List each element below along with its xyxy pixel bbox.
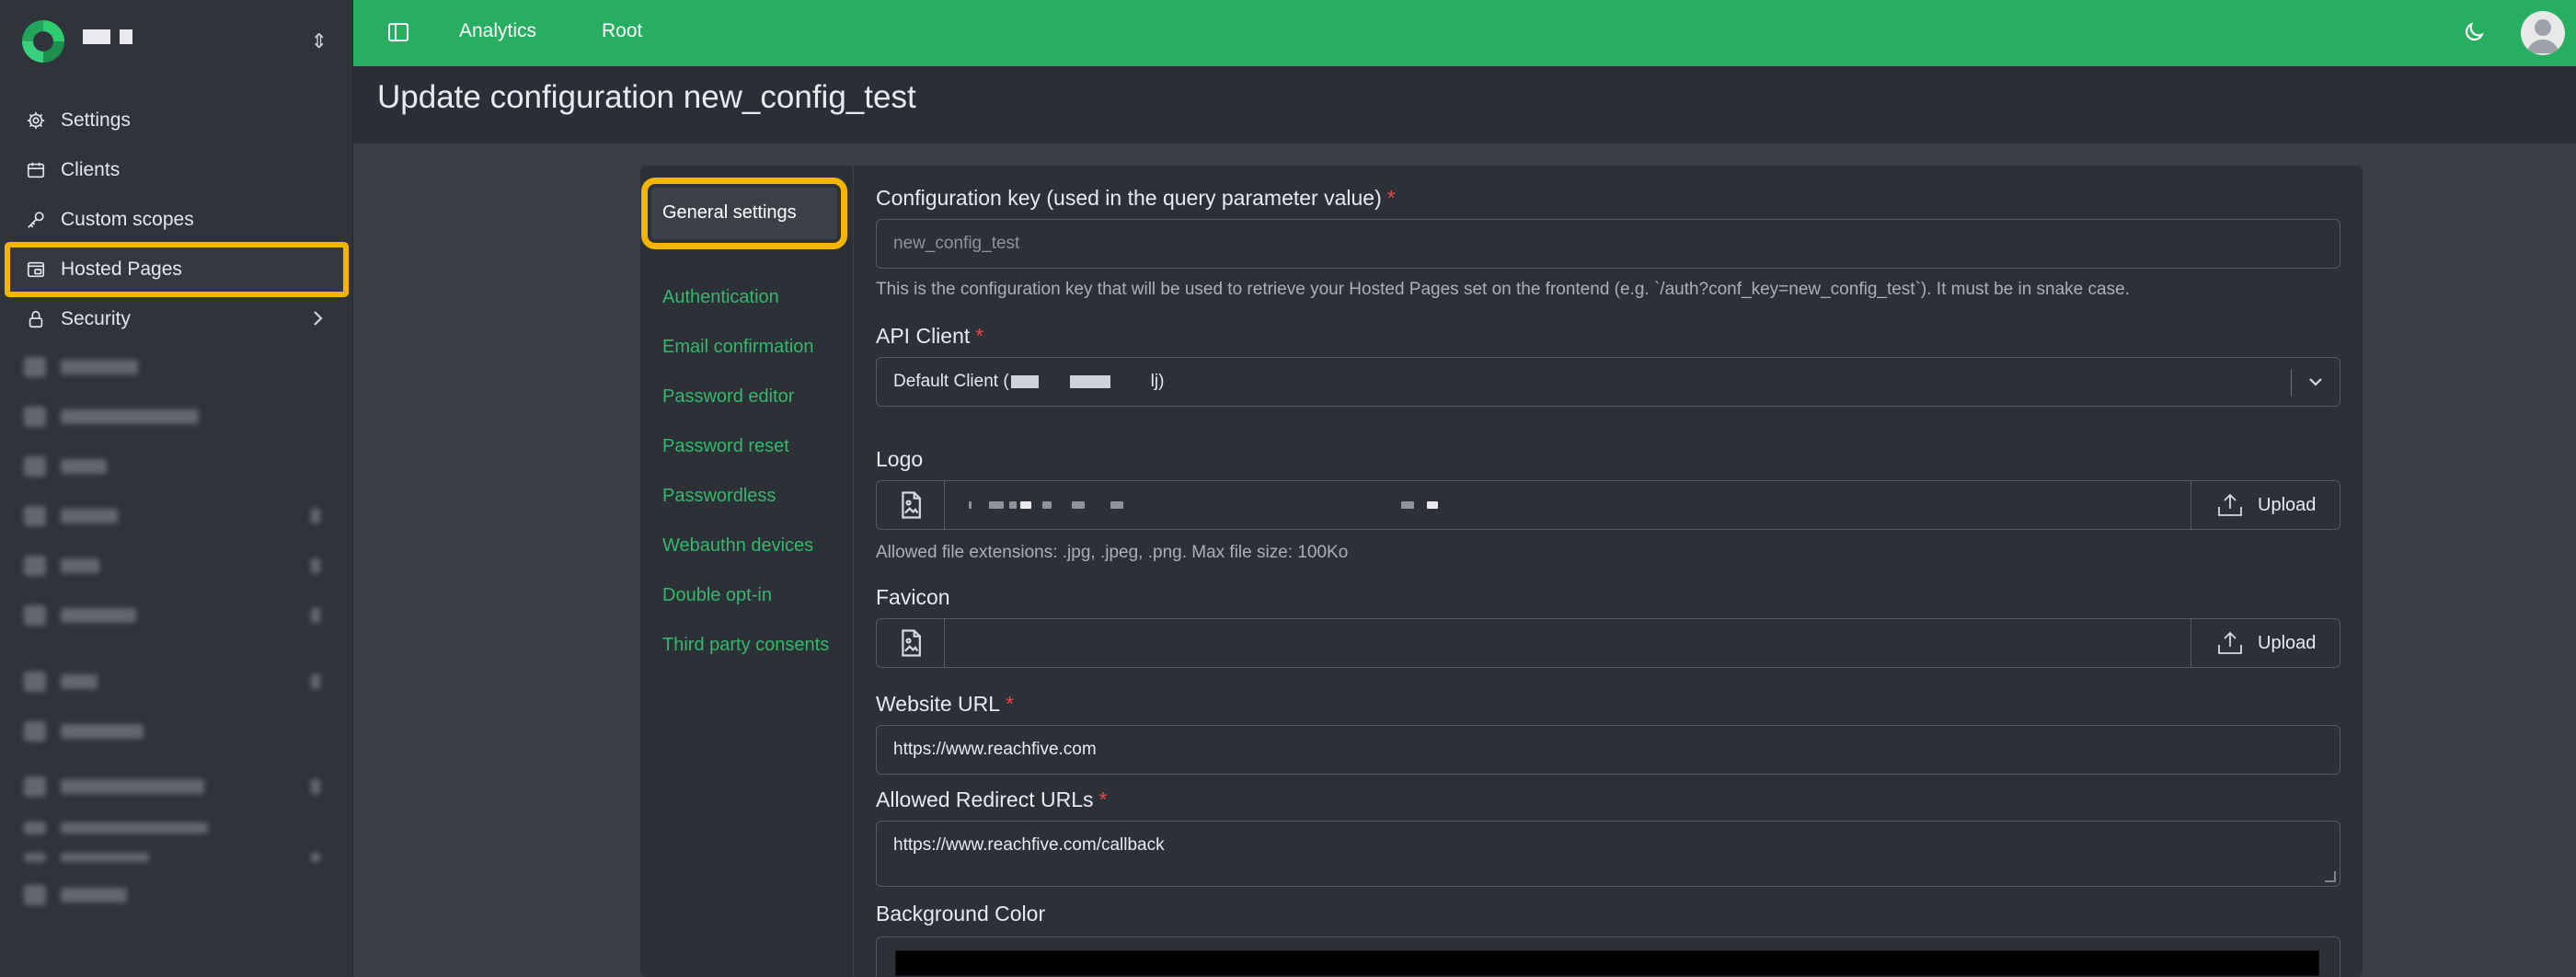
config-key-label: Configuration key (used in the query par…	[876, 186, 1396, 210]
redirect-urls-textarea[interactable]: https://www.reachfive.com/callback	[876, 821, 2340, 887]
moon-icon[interactable]	[2462, 20, 2486, 44]
tab-general-settings[interactable]: General settings	[641, 178, 847, 249]
config-key-input[interactable]: new_config_test	[876, 219, 2340, 269]
sidebar-item-label: Hosted Pages	[61, 259, 182, 280]
tab-email-confirmation[interactable]: Email confirmation	[662, 337, 814, 358]
api-client-label: API Client *	[876, 324, 984, 348]
chevron-right-icon	[309, 308, 326, 334]
sidebar-item-hosted-pages[interactable]: Hosted Pages	[5, 242, 349, 297]
required-marker: *	[1098, 787, 1108, 811]
sidebar-item-security[interactable]: Security	[7, 294, 346, 344]
tab-double-opt-in[interactable]: Double opt-in	[662, 585, 772, 606]
chevron-down-icon[interactable]	[2305, 371, 2327, 393]
redacted-nav-items	[7, 342, 346, 920]
select-separator	[2291, 369, 2292, 397]
main-content: General settings Authentication Email co…	[353, 144, 2576, 977]
key-icon	[24, 208, 48, 232]
api-client-value: Default Client (lj)	[893, 372, 1165, 391]
page-header: Update configuration new_config_test	[353, 66, 2576, 144]
tab-webauthn-devices[interactable]: Webauthn devices	[662, 535, 813, 557]
favicon-upload-button[interactable]: Upload	[2191, 619, 2340, 667]
tab-password-reset[interactable]: Password reset	[662, 436, 789, 457]
website-url-input[interactable]: https://www.reachfive.com	[876, 725, 2340, 775]
redacted-text	[1069, 374, 1110, 388]
color-swatch[interactable]	[895, 950, 2319, 976]
sidebar-toggle-icon[interactable]	[386, 20, 410, 44]
sidebar-item-label: Clients	[61, 159, 121, 180]
background-color-label: Background Color	[876, 902, 1046, 925]
org-name-redacted	[83, 29, 132, 44]
tab-passwordless[interactable]: Passwordless	[662, 486, 776, 507]
logo-label: Logo	[876, 447, 924, 471]
browser-window-icon	[24, 258, 48, 282]
sidebar-item-label: Security	[61, 308, 131, 329]
sidebar-item-clients[interactable]: Clients	[7, 145, 346, 195]
redacted-text	[1010, 374, 1039, 388]
gear-icon	[24, 109, 48, 132]
topbar: Analytics Root	[353, 0, 2576, 66]
sidebar-nav: Settings Clients Custom scopes Hosted Pa…	[5, 96, 349, 344]
tab-third-party-consents[interactable]: Third party consents	[662, 635, 829, 656]
chevron-up-down-icon[interactable]: ⇕	[311, 28, 328, 55]
required-marker: *	[1386, 186, 1396, 210]
page-title: Update configuration new_config_test	[377, 79, 916, 115]
config-key-help: This is the configuration key that will …	[876, 280, 2130, 299]
background-color-input[interactable]	[876, 937, 2340, 977]
required-marker: *	[975, 324, 984, 348]
settings-tabs: General settings Authentication Email co…	[640, 166, 854, 977]
redirect-urls-label: Allowed Redirect URLs *	[876, 787, 1108, 811]
tab-authentication[interactable]: Authentication	[662, 287, 779, 308]
sidebar-item-settings[interactable]: Settings	[7, 96, 346, 145]
image-file-icon	[877, 619, 945, 667]
topbar-link-root[interactable]: Root	[602, 20, 642, 42]
api-client-select[interactable]: Default Client (lj)	[876, 357, 2340, 407]
website-url-label: Website URL *	[876, 692, 1015, 716]
logo-upload-button[interactable]: Upload	[2191, 481, 2340, 529]
sidebar-item-label: Custom scopes	[61, 209, 194, 230]
org-switcher[interactable]: ⇕	[18, 17, 335, 68]
sidebar: ⇕ Settings Clients Custom scopes Hosted …	[0, 0, 353, 977]
sidebar-item-custom-scopes[interactable]: Custom scopes	[7, 195, 346, 245]
redacted-file-name	[969, 501, 1521, 511]
avatar[interactable]	[2521, 11, 2565, 55]
website-url-value: https://www.reachfive.com	[893, 740, 1097, 759]
logo-help: Allowed file extensions: .jpg, .jpeg, .p…	[876, 543, 1349, 562]
upload-icon	[2218, 493, 2242, 516]
config-card: General settings Authentication Email co…	[640, 166, 2363, 977]
sidebar-item-label: Settings	[61, 109, 131, 131]
calendar-window-icon	[24, 158, 48, 182]
redirect-urls-value: https://www.reachfive.com/callback	[893, 835, 1165, 855]
tab-password-editor[interactable]: Password editor	[662, 386, 794, 408]
topbar-link-analytics[interactable]: Analytics	[459, 20, 536, 42]
logo-file-input[interactable]: Upload	[876, 480, 2340, 530]
image-file-icon	[877, 481, 945, 529]
lock-icon	[24, 307, 48, 331]
upload-icon	[2218, 631, 2242, 654]
config-key-placeholder: new_config_test	[893, 234, 1020, 253]
favicon-file-input[interactable]: Upload	[876, 618, 2340, 668]
required-marker: *	[1006, 692, 1015, 716]
favicon-label: Favicon	[876, 585, 950, 609]
resize-handle-icon[interactable]	[2325, 871, 2336, 882]
brand-logo	[22, 20, 64, 63]
